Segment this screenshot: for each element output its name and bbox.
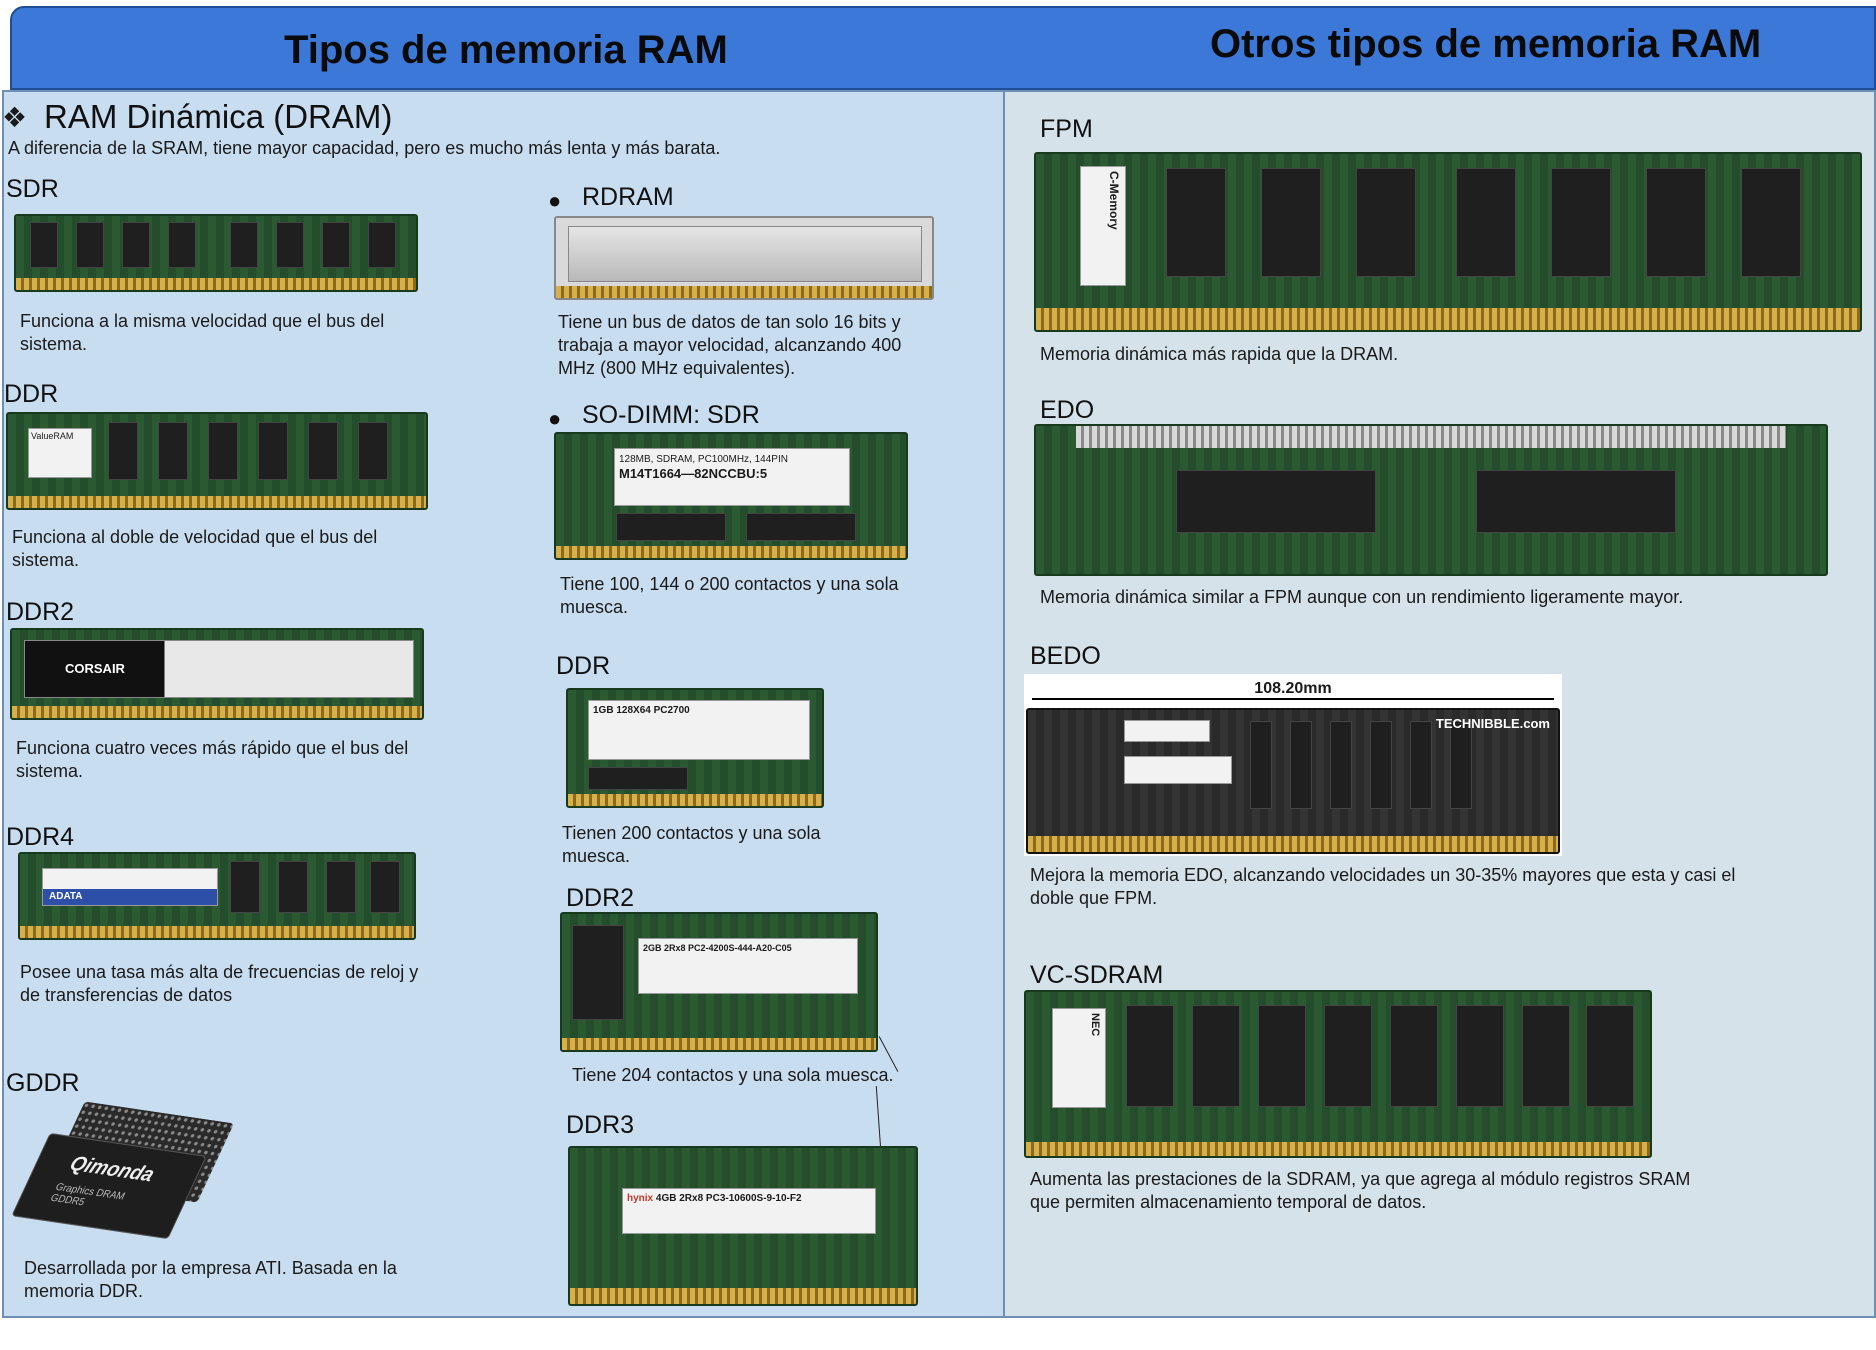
ddr-valueram-text: ValueRAM <box>31 431 74 441</box>
desc-sodimm-ddr: Tienen 200 contactos y una sola muesca. <box>562 823 821 866</box>
label-sodimm-sdr: SO-DIMM: SDR <box>582 401 760 429</box>
sodimm-ddr3-brand-text: hynix <box>627 1193 654 1204</box>
label-ddr4: DDR4 <box>6 823 75 851</box>
label-ddr2: DDR2 <box>6 598 75 626</box>
desc-fpm: Memoria dinámica más rapida que la DRAM. <box>1040 344 1399 364</box>
label-sodimm-ddr: DDR <box>556 652 611 680</box>
section-diamond-icon: ❖ <box>2 102 28 133</box>
bedo-measure: 108.20mm <box>1024 680 1562 704</box>
desc-ddr: Funciona al doble de velocidad que el bu… <box>12 527 378 570</box>
bedo-measure-text: 108.20mm <box>1254 680 1332 697</box>
gddr-chip-image: Qimonda Graphics DRAM GDDR5 <box>11 1101 235 1240</box>
desc-sodimm-sdr: Tiene 100, 144 o 200 contactos y una sol… <box>560 574 899 617</box>
bedo-module-image: TECHNIBBLE.com <box>1026 708 1560 854</box>
ddr4-adata-text: ADATA <box>49 891 83 902</box>
desc-edo: Memoria dinámica similar a FPM aunque co… <box>1040 587 1684 607</box>
sodimm-ddr2-module-image: 2GB 2Rx8 PC2-4200S-444-A20-C05 <box>560 912 878 1052</box>
bedo-watermark-text: TECHNIBBLE.com <box>1435 716 1550 731</box>
label-vc-sdram: VC-SDRAM <box>1030 961 1164 989</box>
desc-bedo: Mejora la memoria EDO, alcanzando veloci… <box>1030 865 1736 908</box>
label-sodimm-ddr2: DDR2 <box>566 884 635 912</box>
desc-ddr4: Posee una tasa más alta de frecuencias d… <box>20 962 419 1005</box>
ddr4-module-image: ADATA <box>18 852 416 940</box>
vc-sdram-module-image: NEC <box>1024 990 1652 1158</box>
bedo-measure-arrow <box>1032 698 1554 700</box>
sodimm-ddr2-sticker-text: 2GB 2Rx8 PC2-4200S-444-A20-C05 <box>643 943 792 953</box>
label-fpm: FPM <box>1040 115 1093 143</box>
desc-sdr: Funciona a la misma velocidad que el bus… <box>20 311 385 354</box>
desc-gddr: Desarrollada por la empresa ATI. Basada … <box>24 1258 397 1301</box>
label-ddr: DDR <box>4 380 59 408</box>
gddr-qimonda-text: Qimonda <box>65 1152 158 1187</box>
desc-ddr2: Funciona cuatro veces más rápido que el … <box>16 738 409 781</box>
sodimm-ddr3-sticker-text: 4GB 2Rx8 PC3-10600S-9-10-F2 <box>655 1193 802 1204</box>
bullet-sodimm-sdr: ● <box>548 406 562 431</box>
ddr2-module-image: CORSAIR <box>10 628 424 720</box>
label-sdr: SDR <box>6 175 59 203</box>
right-title: Otros tipos de memoria RAM <box>1210 22 1762 66</box>
section-title: RAM Dinámica (DRAM) <box>44 98 393 135</box>
label-bedo: BEDO <box>1030 642 1101 670</box>
sodimm-sdr-part-text: M14T1664—82NCCBU:5 <box>619 466 768 481</box>
edo-module-image <box>1034 424 1828 576</box>
sodimm-ddr3-module-image: hynix 4GB 2Rx8 PC3-10600S-9-10-F2 <box>568 1146 918 1306</box>
label-sodimm-ddr3: DDR3 <box>566 1111 635 1139</box>
sodimm-sdr-module-image: 128MB, SDRAM, PC100MHz, 144PIN M14T1664—… <box>554 432 908 560</box>
section-intro: A diferencia de la SRAM, tiene mayor cap… <box>8 138 721 158</box>
gddr-sub-text: Graphics DRAM GDDR5 <box>48 1181 127 1209</box>
fpm-cmemory-text: C-Memory <box>1107 171 1121 230</box>
vc-nec-text: NEC <box>1089 1013 1101 1037</box>
ddr2-corsair-text: CORSAIR <box>65 661 125 676</box>
desc-rdram: Tiene un bus de datos de tan solo 16 bit… <box>558 312 902 378</box>
left-title: Tipos de memoria RAM <box>284 28 728 72</box>
label-edo: EDO <box>1040 396 1095 424</box>
label-rdram: RDRAM <box>582 183 674 211</box>
bullet-rdram: ● <box>548 188 562 213</box>
sodimm-ddr-sticker-text: 1GB 128X64 PC2700 <box>593 705 690 716</box>
rdram-module-image <box>554 216 934 300</box>
fpm-module-image: C-Memory <box>1034 152 1862 332</box>
sdr-module-image <box>14 214 418 292</box>
sodimm-sdr-sticker-text: 128MB, SDRAM, PC100MHz, 144PIN <box>619 454 788 465</box>
bedo-image-frame: 108.20mm TECHNIBBLE.com <box>1024 674 1562 856</box>
ddr-module-image: ValueRAM <box>6 412 428 510</box>
sodimm-ddr-module-image: 1GB 128X64 PC2700 <box>566 688 824 808</box>
label-gddr: GDDR <box>6 1069 80 1097</box>
desc-vc-sdram: Aumenta las prestaciones de la SDRAM, ya… <box>1030 1169 1691 1212</box>
desc-sodimm-ddr2: Tiene 204 contactos y una sola muesca. <box>572 1065 894 1085</box>
header-bar: Tipos de memoria RAM Otros tipos de memo… <box>10 6 1876 90</box>
